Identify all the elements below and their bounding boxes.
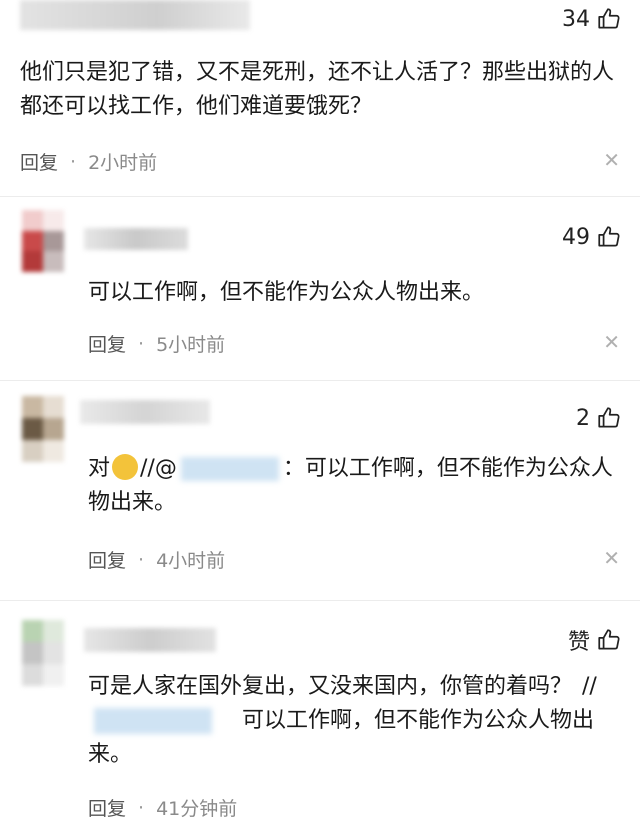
thumbs-up-icon [598,226,620,247]
separator-dot: · [138,548,145,571]
mention-masked[interactable] [180,457,279,481]
comment-prefix: 对 [88,456,111,481]
thumbs-up-icon [598,8,620,29]
reply-marker: //@ [140,456,177,481]
divider [0,600,640,601]
like-button[interactable]: 赞 [568,624,622,656]
close-icon[interactable]: ✕ [603,546,620,570]
comment-body: 可是人家在国外复出，又没来国内，你管的着吗？ [88,674,573,699]
like-count: 49 [562,224,590,250]
separator-dot: · [138,332,145,355]
like-button[interactable]: 2 [576,405,622,431]
username-masked [84,628,216,652]
timestamp: 4小时前 [156,550,226,572]
comment-meta: 回复 · 2小时前 [20,148,157,175]
thumbs-up-icon [598,629,620,650]
timestamp: 41分钟前 [156,798,238,820]
divider [0,196,640,197]
reply-button[interactable]: 回复 [88,546,126,573]
like-count: 2 [576,405,590,431]
comment-text: 对//@ ：可以工作啊，但不能作为公众人物出来。 [88,452,628,520]
reply-marker: // [582,674,597,699]
timestamp: 2小时前 [88,152,158,174]
close-icon[interactable]: ✕ [603,148,620,172]
comment-text: 可是人家在国外复出，又没来国内，你管的着吗？//可以工作啊，但不能作为公众人物出… [88,670,628,772]
comment-text: 他们只是犯了错，又不是死刑，还不让人活了？那些出狱的人都还可以找工作，他们难道要… [20,60,615,119]
thumbs-up-icon [598,407,620,428]
avatar[interactable] [22,396,64,462]
face-emoji-icon [112,454,139,480]
username-masked [84,228,188,250]
comment-meta: 回复 · 4小时前 [88,546,225,573]
comment-text: 可以工作啊，但不能作为公众人物出来。 [88,280,485,305]
username-masked [80,400,210,424]
comment-meta: 回复 · 5小时前 [88,330,225,357]
like-button[interactable]: 34 [562,6,622,32]
avatar[interactable] [22,210,64,272]
timestamp: 5小时前 [156,334,226,356]
comment-meta: 回复 · 41分钟前 [88,794,237,821]
separator-dot: · [70,150,77,173]
separator-dot: · [138,796,145,819]
like-count: 34 [562,6,590,32]
divider [0,380,640,381]
reply-button[interactable]: 回复 [20,148,58,175]
mention-masked[interactable] [94,708,212,734]
avatar[interactable] [22,620,64,686]
reply-button[interactable]: 回复 [88,330,126,357]
username-masked [20,0,250,30]
like-label: 赞 [567,630,590,655]
close-icon[interactable]: ✕ [603,330,620,354]
like-button[interactable]: 49 [562,224,622,250]
reply-button[interactable]: 回复 [88,794,126,821]
